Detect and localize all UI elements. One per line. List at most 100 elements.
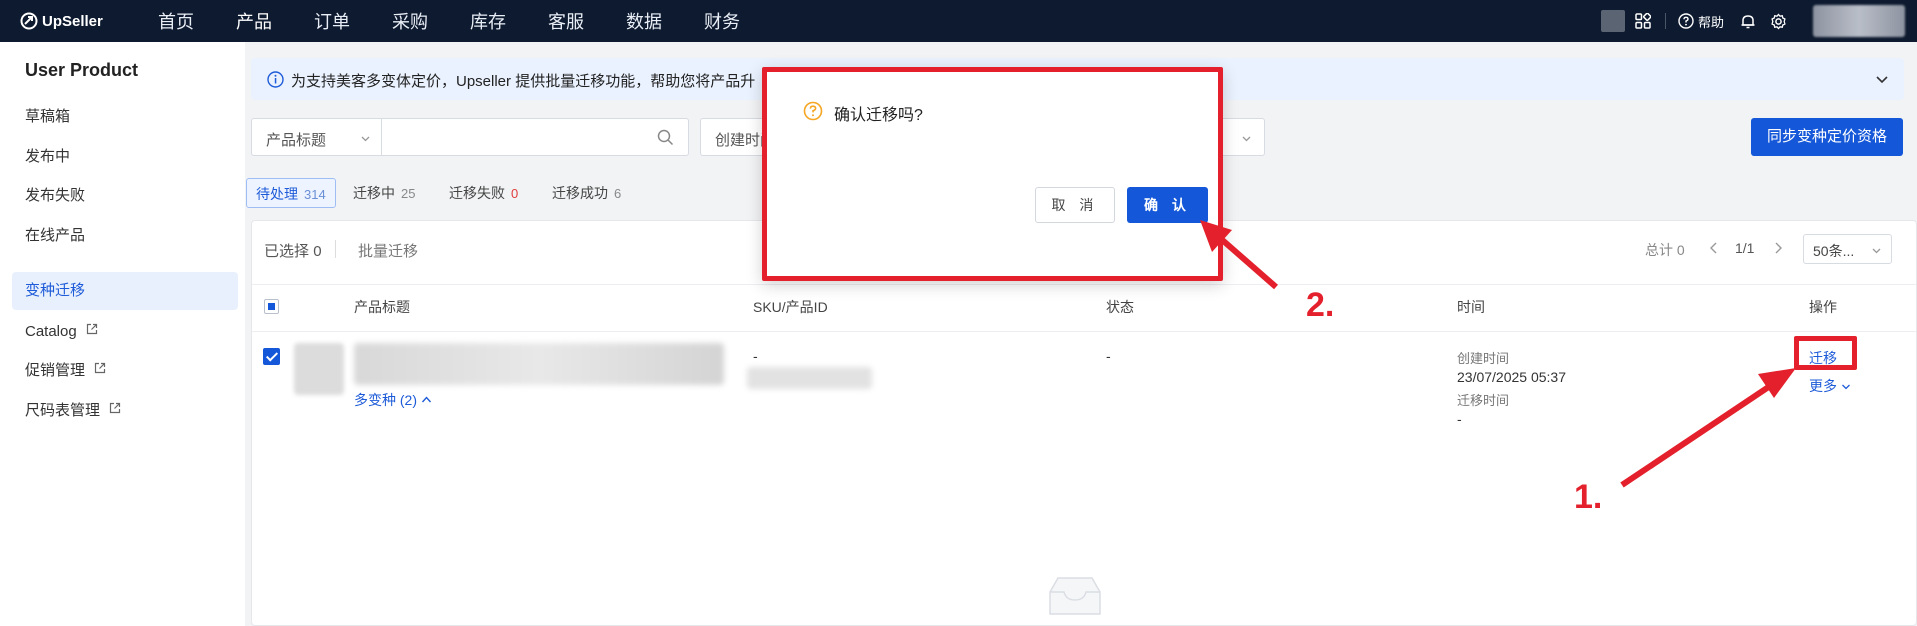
sidebar-item-label: 在线产品 [25, 227, 86, 244]
sidebar-item-promotions[interactable]: 促销管理 [12, 352, 238, 390]
sidebar-item-catalog[interactable]: Catalog [12, 313, 238, 351]
variants-toggle-link[interactable]: 多变种 (2) [354, 390, 432, 410]
created-time-value: 23/07/2025 05:37 [1457, 369, 1566, 385]
column-header-actions: 操作 [1809, 299, 1837, 315]
user-avatar[interactable] [1813, 5, 1905, 37]
tab-migration-failed[interactable]: 迁移失败 0 [449, 178, 518, 208]
nav-inventory[interactable]: 库存 [470, 8, 506, 34]
sidebar: User Product 草稿箱 发布中 发布失败 在线产品 变种迁移 Cata… [0, 42, 245, 626]
bulk-migrate-button[interactable]: 批量迁移 [358, 240, 418, 261]
chevron-down-icon[interactable] [1874, 71, 1890, 87]
annotation-step-2: 2. [1306, 286, 1335, 324]
annotation-box-dialog [762, 67, 1223, 281]
search-input[interactable] [381, 118, 689, 156]
selected-count: 已选择 0 [264, 240, 322, 261]
apps-grid-icon[interactable] [1635, 13, 1651, 29]
external-link-icon [110, 402, 121, 414]
tab-count: 6 [614, 186, 622, 201]
tab-migrating[interactable]: 迁移中 25 [353, 178, 415, 208]
column-header-time: 时间 [1457, 299, 1485, 315]
sidebar-item-size-charts[interactable]: 尺码表管理 [12, 392, 238, 430]
created-time-label: 创建时间 [1457, 351, 1510, 366]
chevron-down-icon [1242, 136, 1251, 142]
chevron-up-icon [421, 396, 431, 403]
main-menu: 首页 产品 订单 采购 库存 客服 数据 财务 [158, 8, 782, 34]
nav-orders[interactable]: 订单 [314, 8, 350, 34]
sidebar-item-online-products[interactable]: 在线产品 [12, 217, 238, 255]
chevron-down-icon [361, 136, 370, 142]
nav-data[interactable]: 数据 [626, 8, 662, 34]
bell-icon[interactable] [1740, 13, 1756, 30]
empty-inbox-icon [1049, 577, 1101, 615]
product-title-blurred[interactable] [354, 343, 724, 385]
nav-products[interactable]: 产品 [236, 8, 272, 34]
search-icon[interactable] [657, 129, 674, 146]
tab-count: 0 [511, 186, 519, 201]
annotation-step-1: 1. [1574, 478, 1603, 516]
gear-icon[interactable] [1770, 13, 1787, 30]
tab-label: 迁移失败 [449, 185, 505, 201]
page-indicator: 1/1 [1735, 240, 1755, 256]
more-actions-dropdown[interactable]: 更多 [1809, 376, 1851, 396]
migrated-time-value: - [1457, 411, 1462, 427]
tab-pending[interactable]: 待处理 314 [246, 178, 336, 208]
column-header-sku: SKU/产品ID [753, 299, 828, 315]
sidebar-item-publish-failed[interactable]: 发布失败 [12, 177, 238, 215]
toolbar-divider [335, 240, 336, 258]
nav-divider [1664, 13, 1666, 29]
brand-name: UpSeller [42, 12, 103, 30]
external-link-icon [95, 362, 106, 374]
migrated-time-label: 迁移时间 [1457, 393, 1510, 408]
sidebar-item-label: 变种迁移 [25, 282, 86, 299]
nav-home[interactable]: 首页 [158, 8, 194, 34]
variants-label: 多变种 (2) [354, 392, 417, 408]
shop-switch-icon[interactable] [1600, 10, 1625, 32]
sidebar-item-label: 发布中 [25, 148, 71, 165]
sync-variant-pricing-button[interactable]: 同步变种定价资格 [1751, 118, 1903, 156]
top-nav-bar: UpSeller 首页 产品 订单 采购 库存 客服 数据 财务 帮助 [0, 0, 1917, 42]
tab-migration-success[interactable]: 迁移成功 6 [552, 178, 621, 208]
sidebar-item-publishing[interactable]: 发布中 [12, 138, 238, 176]
brand-logo[interactable]: UpSeller [20, 12, 158, 30]
row-checkbox[interactable] [263, 348, 280, 365]
chevron-down-icon [1872, 248, 1881, 254]
sidebar-item-label: 草稿箱 [25, 108, 71, 125]
sidebar-title: User Product [25, 60, 139, 80]
sidebar-item-label: 发布失败 [25, 187, 86, 204]
total-label: 总计 [1645, 242, 1673, 258]
column-header-title: 产品标题 [354, 299, 410, 315]
tab-count: 314 [304, 187, 326, 202]
search-field-select[interactable]: 产品标题 [251, 118, 382, 156]
sidebar-item-drafts[interactable]: 草稿箱 [12, 98, 238, 136]
help-circle-icon [1678, 13, 1694, 29]
sidebar-item-label: 促销管理 [25, 362, 86, 379]
upseller-logo-icon [20, 12, 38, 30]
nav-right-group: 帮助 [1600, 0, 1917, 42]
page-size-select[interactable]: 50条... [1803, 234, 1892, 264]
tab-label: 迁移成功 [552, 185, 608, 201]
sidebar-item-label: 尺码表管理 [25, 402, 101, 419]
banner-text: 为支持美客多变体定价，Upseller 提供批量迁移功能，帮助您将产品升 [291, 73, 756, 90]
nav-customer-service[interactable]: 客服 [548, 8, 584, 34]
sku-value: - [753, 348, 758, 364]
more-actions-label: 更多 [1809, 378, 1837, 394]
chevron-left-icon[interactable] [1707, 240, 1721, 256]
sidebar-item-label: Catalog [25, 323, 77, 340]
sidebar-item-variant-migration[interactable]: 变种迁移 [12, 272, 238, 310]
nav-finance[interactable]: 财务 [704, 8, 740, 34]
help-button[interactable]: 帮助 [1678, 12, 1724, 31]
tab-label: 迁移中 [353, 185, 395, 201]
chevron-right-icon[interactable] [1771, 240, 1785, 256]
nav-purchase[interactable]: 采购 [392, 8, 428, 34]
selected-value: 0 [313, 243, 322, 260]
page-size-value: 50条... [1813, 243, 1855, 259]
search-field-value: 产品标题 [266, 132, 327, 149]
status-value: - [1106, 348, 1111, 364]
total-count: 总计 0 [1645, 240, 1685, 260]
info-icon [267, 71, 284, 88]
external-link-icon [86, 323, 97, 335]
annotation-box-migrate [1794, 336, 1857, 370]
select-all-checkbox[interactable] [264, 299, 279, 314]
chevron-down-icon [1841, 384, 1850, 390]
tab-label: 待处理 [256, 186, 298, 202]
